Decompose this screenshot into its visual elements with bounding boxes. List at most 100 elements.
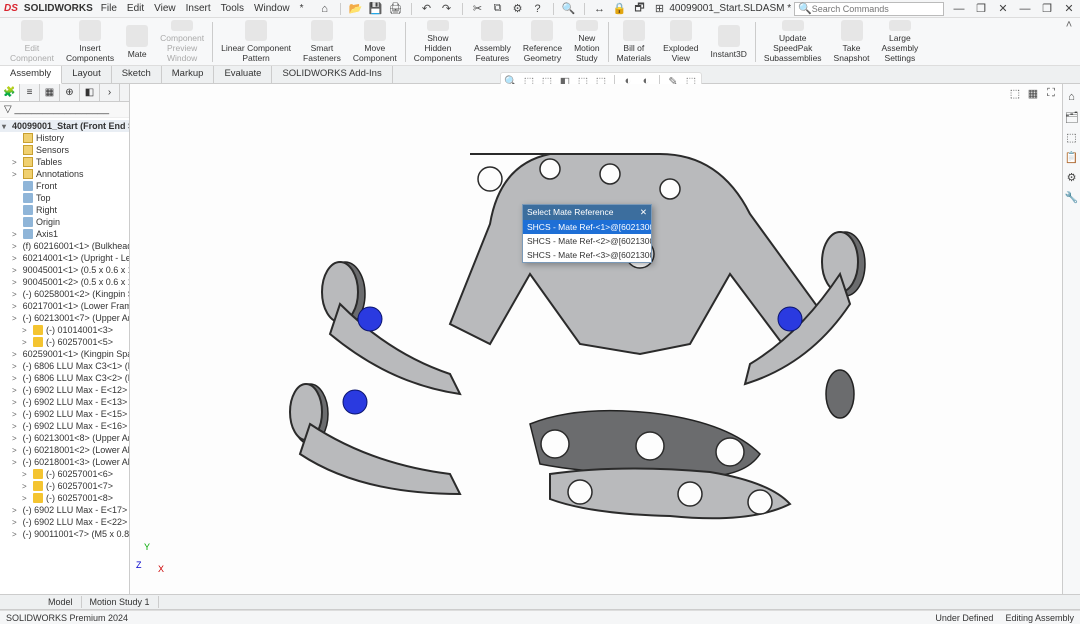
tab-motion-study[interactable]: Motion Study 1 bbox=[82, 596, 159, 608]
tree-item[interactable]: Right bbox=[0, 204, 129, 216]
tab-solidworks-add-ins[interactable]: SOLIDWORKS Add-Ins bbox=[272, 66, 392, 83]
tree-item[interactable]: >(-) 60218001<3> (Lower Alt An bbox=[0, 456, 129, 468]
taskpane-icon-3[interactable]: 📋 bbox=[1065, 150, 1079, 164]
ribbon-btn-7[interactable]: ShowHiddenComponents bbox=[408, 18, 468, 65]
tree-item[interactable]: Front bbox=[0, 180, 129, 192]
tree-item[interactable]: >(-) 6902 LLU Max - E<15> (Ø 11 bbox=[0, 408, 129, 420]
tab-sketch[interactable]: Sketch bbox=[112, 66, 162, 83]
menu-edit[interactable]: Edit bbox=[127, 3, 144, 14]
vp-icon-2[interactable]: ▦ bbox=[1026, 86, 1040, 100]
tree-item[interactable]: Origin bbox=[0, 216, 129, 228]
ribbon-btn-9[interactable]: ReferenceGeometry bbox=[517, 18, 568, 65]
ribbon-btn-13[interactable]: Instant3D bbox=[705, 18, 753, 65]
tree-item[interactable]: >(-) 6806 LLU Max C3<1> (Bear bbox=[0, 360, 129, 372]
ribbon-btn-10[interactable]: NewMotionStudy bbox=[568, 18, 606, 65]
doc-minimize-icon[interactable]: — bbox=[952, 2, 966, 16]
popup-item[interactable]: SHCS - Mate Ref-<1>@[60213001<7>] bbox=[523, 220, 651, 234]
menu-insert[interactable]: Insert bbox=[186, 3, 211, 14]
tab-assembly[interactable]: Assembly bbox=[0, 66, 62, 84]
ribbon-btn-16[interactable]: LargeAssemblySettings bbox=[875, 18, 924, 65]
redo-icon[interactable]: ↷ bbox=[440, 2, 454, 16]
tab-markup[interactable]: Markup bbox=[162, 66, 215, 83]
ribbon-btn-14[interactable]: UpdateSpeedPakSubassemblies bbox=[758, 18, 828, 65]
tree-item[interactable]: >90045001<1> (0.5 x 0.6 x 1 R bbox=[0, 264, 129, 276]
tree-item[interactable]: >(-) 6902 LLU Max - E<16> (Ø 1 bbox=[0, 420, 129, 432]
taskpane-icon-5[interactable]: 🔧 bbox=[1065, 190, 1079, 204]
taskpane-icon-1[interactable]: 🗂 bbox=[1065, 110, 1079, 124]
home-icon[interactable]: ⌂ bbox=[318, 2, 332, 16]
tree-item[interactable]: >(-) 01014001<3> bbox=[0, 324, 129, 336]
tree-item[interactable]: Sensors bbox=[0, 144, 129, 156]
tree-item[interactable]: >(-) 60258001<2> (Kingpin Spac bbox=[0, 288, 129, 300]
tree-item[interactable]: >Tables bbox=[0, 156, 129, 168]
settings-icon[interactable]: ⚙ bbox=[511, 2, 525, 16]
menu-more[interactable]: * bbox=[300, 3, 304, 14]
app-minimize-icon[interactable]: — bbox=[1018, 2, 1032, 16]
magnet-icon[interactable]: ↔ bbox=[593, 2, 607, 16]
tree-item[interactable]: >(-) 60257001<5> bbox=[0, 336, 129, 348]
ribbon-btn-11[interactable]: Bill ofMaterials bbox=[611, 18, 657, 65]
tree-item[interactable]: Top bbox=[0, 192, 129, 204]
window-icon[interactable]: 🗗 bbox=[633, 2, 647, 16]
doc-restore-icon[interactable]: ❐ bbox=[974, 2, 988, 16]
tree-item[interactable]: >(-) 60218001<2> (Lower Alt An bbox=[0, 444, 129, 456]
tree-item[interactable]: >(-) 6806 LLU Max C3<2> (Bear bbox=[0, 372, 129, 384]
tree-item[interactable]: >(-) 6902 LLU Max - E<12> (Ø 1 bbox=[0, 384, 129, 396]
open-icon[interactable]: 📂 bbox=[349, 2, 363, 16]
ribbon-btn-15[interactable]: TakeSnapshot bbox=[828, 18, 876, 65]
tree-item[interactable]: >(-) 6902 LLU Max - E<22> (Ø 1 bbox=[0, 516, 129, 528]
tree-item[interactable]: >60217001<1> (Lower Frame bbox=[0, 300, 129, 312]
popup-item[interactable]: SHCS - Mate Ref-<3>@[60213001<7>] bbox=[523, 248, 651, 262]
grid-icon[interactable]: ⊞ bbox=[653, 2, 667, 16]
tree-item[interactable]: >(-) 6902 LLU Max - E<17> (Ø 1 bbox=[0, 504, 129, 516]
taskpane-icon-0[interactable]: ⌂ bbox=[1065, 90, 1079, 104]
menu-file[interactable]: File bbox=[101, 3, 117, 14]
fm-filter-bar[interactable]: ▽ _________________ bbox=[0, 102, 129, 118]
vp-fullscreen-icon[interactable]: ⛶ bbox=[1044, 86, 1058, 100]
print-icon[interactable]: 🖨 bbox=[389, 2, 403, 16]
collapse-ribbon-icon[interactable]: ˄ bbox=[1062, 18, 1076, 32]
save-icon[interactable]: 💾 bbox=[369, 2, 383, 16]
fm-tab-dim[interactable]: ⊕ bbox=[60, 84, 80, 101]
tree-item[interactable]: >(f) 60216001<1> (Bulkhead) bbox=[0, 240, 129, 252]
tree-item[interactable]: History bbox=[0, 132, 129, 144]
tree-item[interactable]: >60214001<1> (Upright - Lef bbox=[0, 252, 129, 264]
tree-item[interactable]: >60259001<1> (Kingpin Spac bbox=[0, 348, 129, 360]
menu-tools[interactable]: Tools bbox=[221, 3, 244, 14]
ribbon-btn-8[interactable]: AssemblyFeatures bbox=[468, 18, 517, 65]
popup-item[interactable]: SHCS - Mate Ref-<2>@[60213001<7>] bbox=[523, 234, 651, 248]
options-icon[interactable]: ⧉ bbox=[491, 2, 505, 16]
tab-layout[interactable]: Layout bbox=[62, 66, 112, 83]
tree-item[interactable]: >(-) 60257001<8> bbox=[0, 492, 129, 504]
tab-model[interactable]: Model bbox=[40, 596, 82, 608]
search-icon[interactable]: 🔍 bbox=[562, 2, 576, 16]
ribbon-btn-4[interactable]: Linear ComponentPattern bbox=[215, 18, 297, 65]
undo-icon[interactable]: ↶ bbox=[420, 2, 434, 16]
tree-item[interactable]: >90045001<2> (0.5 x 0.6 x 1 R bbox=[0, 276, 129, 288]
menu-view[interactable]: View bbox=[154, 3, 176, 14]
ribbon-btn-5[interactable]: SmartFasteners bbox=[297, 18, 347, 65]
tree-item[interactable]: >(-) 60257001<7> bbox=[0, 480, 129, 492]
menu-window[interactable]: Window bbox=[254, 3, 290, 14]
help-icon[interactable]: ? bbox=[531, 2, 545, 16]
ribbon-btn-1[interactable]: InsertComponents bbox=[60, 18, 120, 65]
fm-tab-more[interactable]: › bbox=[100, 84, 120, 101]
fm-tab-config[interactable]: ▦ bbox=[40, 84, 60, 101]
tab-evaluate[interactable]: Evaluate bbox=[214, 66, 272, 83]
fm-tab-tree[interactable]: 🧩 bbox=[0, 84, 20, 101]
tree-item[interactable]: >(-) 60213001<8> (Upper Articu bbox=[0, 432, 129, 444]
rebuild-icon[interactable]: ✂ bbox=[471, 2, 485, 16]
tree-item[interactable]: >(-) 60213001<7> (Upper Articu bbox=[0, 312, 129, 324]
tree-item[interactable]: >(-) 60257001<6> bbox=[0, 468, 129, 480]
popup-close-icon[interactable]: ✕ bbox=[640, 207, 647, 218]
ribbon-btn-12[interactable]: ExplodedView bbox=[657, 18, 704, 65]
tree-item[interactable]: >Annotations bbox=[0, 168, 129, 180]
app-close-icon[interactable]: ✕ bbox=[1062, 2, 1076, 16]
fm-tab-property[interactable]: ≡ bbox=[20, 84, 40, 101]
search-input[interactable] bbox=[812, 4, 940, 14]
ribbon-btn-6[interactable]: MoveComponent bbox=[347, 18, 403, 65]
taskpane-icon-4[interactable]: ⚙ bbox=[1065, 170, 1079, 184]
lock-icon[interactable]: 🔒 bbox=[613, 2, 627, 16]
search-commands[interactable]: 🔍 bbox=[794, 2, 944, 16]
tree-item[interactable]: >(-) 90011001<7> (M5 x 0.8 x 1 bbox=[0, 528, 129, 540]
